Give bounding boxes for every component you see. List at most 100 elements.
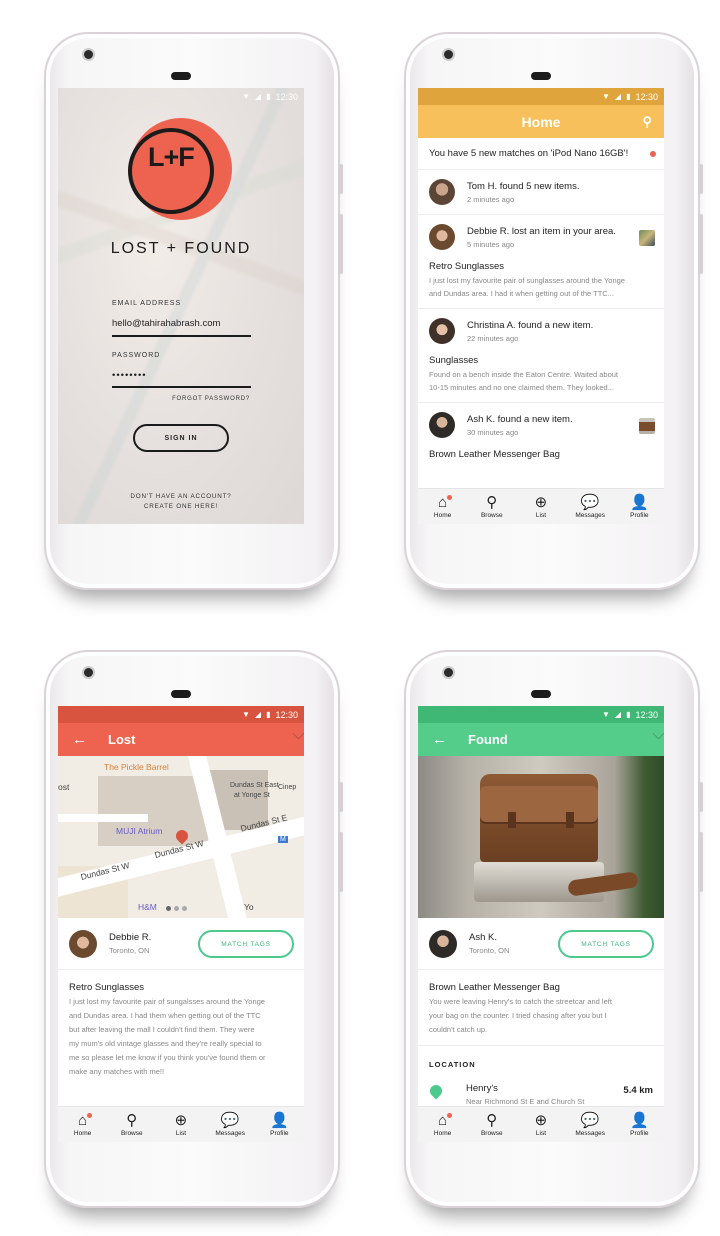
map-label: M xyxy=(278,836,288,843)
nav-messages[interactable]: 💬 Messages xyxy=(206,1112,254,1137)
feed-item[interactable]: Debbie R. lost an item in your area. 5 m… xyxy=(418,215,664,309)
speaker xyxy=(171,690,191,698)
map-label: The Pickle Barrel xyxy=(104,762,169,772)
password-underline xyxy=(112,386,251,388)
brand-title: LOST + FOUND xyxy=(110,240,252,257)
nav-list[interactable]: ⊕ List xyxy=(517,1112,565,1137)
avatar[interactable] xyxy=(69,929,97,958)
map[interactable]: The Pickle Barrel ost Dundas St East at … xyxy=(58,756,304,918)
login-screen: ▼ ◢ ▮ 12:30 L+F LOST + FOUND EMAIL ADDRE… xyxy=(58,88,304,524)
phone-found: ▼ ◢ ▮ 12:30 ← Found Ash K. Toronto, ON M… xyxy=(404,650,703,1208)
desc-line: and Dundas area. I had them when getting… xyxy=(69,1011,261,1020)
nav-browse[interactable]: ⚲ Browse xyxy=(108,1111,156,1137)
nav-label: List xyxy=(175,1129,187,1137)
item-name: Retro Sunglasses xyxy=(69,982,144,993)
home-icon: ⌂ xyxy=(438,1111,448,1129)
nav-label: Home xyxy=(433,511,452,519)
nav-profile[interactable]: 👤 Profile xyxy=(255,1111,303,1137)
speaker xyxy=(531,690,551,698)
app-bar: Home ⚲ xyxy=(418,105,664,138)
password-field[interactable]: •••••••• xyxy=(112,370,147,381)
phone-home: ▼ ◢ ▮ 12:30 Home ⚲ You have 5 new matche… xyxy=(404,32,703,590)
nav-browse[interactable]: ⚲ Browse xyxy=(468,493,516,519)
map-label: H&M xyxy=(138,902,157,912)
wifi-icon: ▼ xyxy=(601,91,610,101)
nav-home[interactable]: ⌂ Home xyxy=(419,493,467,519)
match-tags-button[interactable]: MATCH TAGS xyxy=(198,930,294,958)
notification-text: You have 5 new matches on 'iPod Nano 16G… xyxy=(429,148,629,159)
desc-line: I just lost my favourite pair of sungals… xyxy=(69,997,265,1006)
speaker xyxy=(531,72,551,80)
map-label: Yo xyxy=(244,902,254,912)
feed-item[interactable]: Christina A. found a new item. 22 minute… xyxy=(418,309,664,403)
map-pin-icon: ⚲ xyxy=(486,493,498,511)
status-bar: ▼ ◢ ▮ 12:30 xyxy=(418,88,664,105)
user-icon: 👤 xyxy=(270,1111,289,1129)
map-label: Dundas St East xyxy=(230,782,279,789)
email-field[interactable]: hello@tahirahabrash.com xyxy=(112,318,220,329)
nav-label: Messages xyxy=(215,1129,245,1137)
found-screen: ▼ ◢ ▮ 12:30 ← Found Ash K. Toronto, ON M… xyxy=(418,706,664,1142)
lost-screen: ▼ ◢ ▮ 12:30 ← Lost The Pickle Barrel ost… xyxy=(58,706,304,1142)
create-account-link[interactable]: DON'T HAVE AN ACCOUNT? CREATE ONE HERE! xyxy=(58,492,304,512)
back-arrow-icon[interactable]: ← xyxy=(72,731,87,748)
forgot-password-link[interactable]: FORGOT PASSWORD? xyxy=(172,396,250,402)
nav-profile[interactable]: 👤 Profile xyxy=(615,1111,663,1137)
nav-messages[interactable]: 💬 Messages xyxy=(566,1112,614,1137)
app-bar: ← Lost xyxy=(58,723,304,756)
unread-dot xyxy=(650,151,656,157)
nav-profile[interactable]: 👤 Profile xyxy=(615,494,663,519)
item-name: Brown Leather Messenger Bag xyxy=(429,982,560,993)
feed-title: Debbie R. lost an item in your area. xyxy=(467,225,616,237)
volume-button xyxy=(699,214,703,274)
nav-label: Home xyxy=(433,1129,452,1137)
map-pin-icon: ⚲ xyxy=(486,1111,498,1129)
phone-login: ▼ ◢ ▮ 12:30 L+F LOST + FOUND EMAIL ADDRE… xyxy=(44,32,343,590)
location-row[interactable]: Henry's Near Richmond St E and Church St… xyxy=(418,1077,664,1106)
item-photo xyxy=(418,756,664,918)
desc-line: make any matches with me!! xyxy=(69,1067,165,1076)
nav-home[interactable]: ⌂ Home xyxy=(419,1111,467,1137)
login-background: ▼ ◢ ▮ 12:30 L+F LOST + FOUND EMAIL ADDRE… xyxy=(58,88,304,524)
match-notification[interactable]: You have 5 new matches on 'iPod Nano 16G… xyxy=(418,138,664,170)
signal-icon: ◢ xyxy=(254,91,262,101)
wifi-icon: ▼ xyxy=(241,91,250,101)
user-icon: 👤 xyxy=(630,1111,649,1129)
item-detail: Brown Leather Messenger Bag You were lea… xyxy=(418,970,664,1037)
nav-home[interactable]: ⌂ Home xyxy=(59,1112,107,1137)
status-time: 12:30 xyxy=(275,91,298,102)
feed-item[interactable]: Ash K. found a new item. 30 minutes ago … xyxy=(418,403,664,460)
home-icon: ⌂ xyxy=(438,493,448,511)
map-label: at Yonge St xyxy=(234,792,270,799)
app-bar: ← Found xyxy=(418,723,664,756)
search-icon[interactable]: ⚲ xyxy=(642,114,652,130)
chat-bubble-icon: 💬 xyxy=(580,493,600,511)
sign-in-button[interactable]: SIGN IN xyxy=(133,424,229,452)
match-tags-button[interactable]: MATCH TAGS xyxy=(558,930,654,958)
item-name: Retro Sunglasses xyxy=(429,261,504,272)
nav-badge xyxy=(446,494,452,500)
side-button xyxy=(699,782,703,812)
nav-list[interactable]: ⊕ List xyxy=(157,1112,205,1137)
owner-name: Debbie R. xyxy=(109,932,152,943)
battery-icon: ▮ xyxy=(626,709,631,719)
back-arrow-icon[interactable]: ← xyxy=(432,731,447,748)
nav-list[interactable]: ⊕ List xyxy=(517,494,565,519)
avatar[interactable] xyxy=(429,929,457,958)
nav-label: Profile xyxy=(630,511,649,519)
nav-messages[interactable]: 💬 Messages xyxy=(566,493,614,519)
desc-line: You were leaving Henry's to catch the st… xyxy=(429,997,612,1006)
feed-title: Ash K. found a new item. xyxy=(467,413,573,425)
signal-icon: ◢ xyxy=(614,91,622,101)
feed-item[interactable]: Tom H. found 5 new items. 2 minutes ago xyxy=(418,170,664,215)
desc-line: your bag on the counter. I tried chasing… xyxy=(429,1011,607,1020)
wifi-icon: ▼ xyxy=(241,709,250,719)
item-description: You were leaving Henry's to catch the st… xyxy=(429,995,653,1037)
map-label: ost xyxy=(58,782,70,792)
map-pin-icon: ⚲ xyxy=(126,1111,138,1129)
nav-browse[interactable]: ⚲ Browse xyxy=(468,1111,516,1137)
signal-icon: ◢ xyxy=(254,709,262,719)
battery-icon: ▮ xyxy=(266,91,271,101)
create-line-2: CREATE ONE HERE! xyxy=(143,503,219,510)
carousel-dots xyxy=(166,906,187,911)
